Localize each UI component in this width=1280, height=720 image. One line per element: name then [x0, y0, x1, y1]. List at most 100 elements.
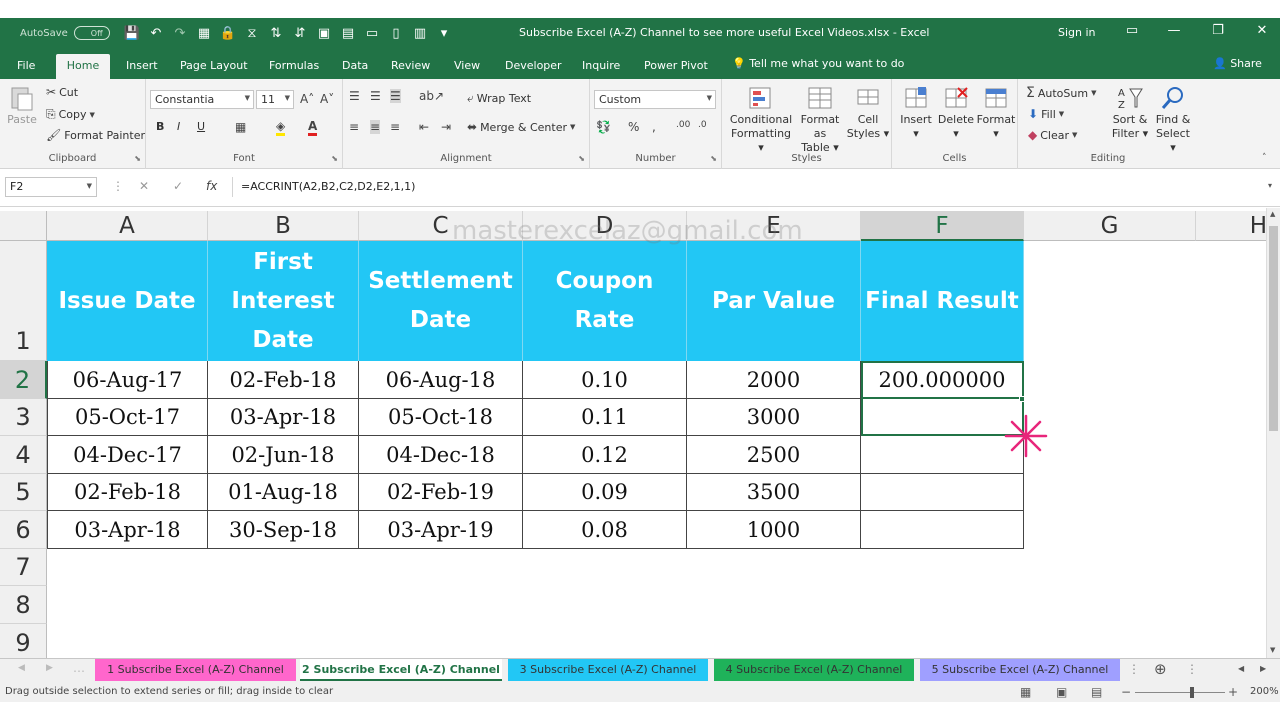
borders-button[interactable]: ▦ [235, 120, 246, 134]
zoom-in-icon[interactable]: + [1228, 685, 1238, 699]
comma-button[interactable]: , [652, 120, 656, 134]
new-file-icon[interactable]: ▯ [384, 21, 408, 45]
collapse-ribbon-icon[interactable]: ˄ [1262, 153, 1267, 163]
column-header-a[interactable]: A [47, 211, 208, 241]
tab-formulas[interactable]: Formulas [269, 54, 319, 79]
cell-c4[interactable]: 04-Dec-18 [359, 436, 523, 474]
format-painter-button[interactable]: 🖌 Format Painter [46, 128, 145, 142]
cell-d4[interactable]: 0.12 [523, 436, 687, 474]
cell-b5[interactable]: 01-Aug-18 [208, 474, 359, 511]
sort-desc-icon[interactable]: ⇵ [288, 21, 312, 45]
font-color-button[interactable]: A [308, 119, 318, 136]
number-format-select[interactable]: Custom ▼ [594, 90, 716, 109]
cell-d5[interactable]: 0.09 [523, 474, 687, 511]
increase-decimal-button[interactable]: .00 [676, 120, 690, 130]
formula-input[interactable]: =ACCRINT(A2,B2,C2,D2,E2,1,1) [232, 177, 1272, 197]
cut-button[interactable]: ✂ Cut [46, 85, 78, 99]
chevron-down-icon[interactable]: ▼ [90, 111, 95, 119]
zoom-slider-knob[interactable] [1190, 687, 1194, 698]
align-center-button[interactable]: ≡ [370, 120, 381, 134]
grow-font-button[interactable]: A˄ [300, 92, 314, 106]
wrap-text-button[interactable]: ⤶ Wrap Text [467, 91, 531, 106]
shrink-font-button[interactable]: A˅ [320, 92, 334, 106]
header-cell-par-value[interactable]: Par Value [687, 241, 861, 361]
font-size-select[interactable]: 11 ▼ [256, 90, 294, 109]
copy-button[interactable]: ⎘ Copy ▼ [46, 107, 95, 122]
column-header-g[interactable]: G [1024, 211, 1196, 241]
sort-asc-icon[interactable]: ⇅ [264, 21, 288, 45]
tab-page-layout[interactable]: Page Layout [180, 54, 248, 79]
hscroll-left-icon[interactable]: ◀ [1238, 664, 1244, 673]
expand-formula-bar-icon[interactable]: ▾ [1268, 181, 1272, 190]
cell-e4[interactable]: 2500 [687, 436, 861, 474]
align-middle-button[interactable]: ☰ [370, 89, 381, 103]
increase-indent-button[interactable]: ⇥ [441, 120, 451, 134]
insert-cells-button[interactable]: Insert ▾ [896, 85, 936, 141]
cancel-icon[interactable]: ✕ [139, 179, 149, 193]
font-name-select[interactable]: Constantia ▼ [150, 90, 254, 109]
sheet-tab-3[interactable]: 3 Subscribe Excel (A-Z) Channel [508, 659, 708, 681]
decrease-indent-button[interactable]: ⇤ [419, 120, 429, 134]
zoom-level[interactable]: 200% [1250, 686, 1279, 697]
merge-center-button[interactable]: ⬌ Merge & Center ▼ [467, 120, 575, 134]
sign-in-link[interactable]: Sign in [1058, 26, 1096, 39]
select-all-corner[interactable] [0, 211, 47, 241]
column-header-h[interactable]: H [1196, 211, 1266, 241]
fill-button[interactable]: ⬇ Fill ▼ [1028, 107, 1064, 121]
cell-c2[interactable]: 06-Aug-18 [359, 361, 523, 399]
cell-a5[interactable]: 02-Feb-18 [47, 474, 208, 511]
scroll-up-icon[interactable]: ▲ [1270, 210, 1275, 218]
row-header-4[interactable]: 4 [0, 436, 47, 474]
cell-f5[interactable] [861, 474, 1024, 511]
row-header-1[interactable]: 1 [0, 241, 47, 361]
new-sheet-icon[interactable]: ⊕ [1154, 660, 1167, 678]
cell-c5[interactable]: 02-Feb-19 [359, 474, 523, 511]
sheet-tab-1[interactable]: 1 Subscribe Excel (A-Z) Channel [95, 659, 296, 681]
row-header-3[interactable]: 3 [0, 399, 47, 436]
name-box[interactable]: F2 ▼ [5, 177, 97, 197]
header-cell-settlement-date[interactable]: Settlement Date [359, 241, 523, 361]
undo-icon[interactable]: ↶ [144, 21, 168, 45]
scroll-thumb[interactable] [1269, 226, 1278, 431]
ribbon-display-icon[interactable]: ▭ [1122, 23, 1142, 43]
sheet-tab-5[interactable]: 5 Subscribe Excel (A-Z) Channel [920, 659, 1120, 681]
align-left-button[interactable]: ≡ [349, 120, 359, 134]
conditional-formatting-button[interactable]: Conditional Formatting ▾ [728, 85, 794, 155]
cell-b6[interactable]: 30-Sep-18 [208, 511, 359, 549]
cell-b2[interactable]: 02-Feb-18 [208, 361, 359, 399]
cell-c3[interactable]: 05-Oct-18 [359, 399, 523, 436]
zoom-slider[interactable] [1135, 687, 1225, 698]
cell-a3[interactable]: 05-Oct-17 [47, 399, 208, 436]
dialog-launcher-icon[interactable]: ⬊ [331, 154, 338, 163]
lock-icon[interactable]: 🔒 [216, 21, 240, 45]
header-cell-coupon-rate[interactable]: Coupon Rate [523, 241, 687, 361]
find-select-button[interactable]: Find & Select ▾ [1152, 85, 1194, 155]
autosum-button[interactable]: Σ AutoSum ▼ [1026, 85, 1096, 101]
fill-color-button[interactable]: ◈ [276, 119, 286, 136]
row-header-8[interactable]: 8 [0, 586, 47, 624]
cell-f6[interactable] [861, 511, 1024, 549]
cell-a2[interactable]: 06-Aug-17 [47, 361, 208, 399]
insert-function-icon[interactable]: fx [206, 179, 217, 193]
cell-e3[interactable]: 3000 [687, 399, 861, 436]
row-header-6[interactable]: 6 [0, 511, 47, 549]
cell-b3[interactable]: 03-Apr-18 [208, 399, 359, 436]
cell-c6[interactable]: 03-Apr-19 [359, 511, 523, 549]
format-cells-button[interactable]: Format ▾ [976, 85, 1016, 141]
autosave-toggle[interactable]: AutoSave Off [20, 26, 110, 40]
print-preview-icon[interactable]: ▥ [408, 21, 432, 45]
cell-b4[interactable]: 02-Jun-18 [208, 436, 359, 474]
restore-icon[interactable]: ❐ [1208, 23, 1228, 43]
normal-view-icon[interactable]: ▦ [1020, 685, 1031, 699]
percent-button[interactable]: % [628, 120, 639, 134]
cell-a4[interactable]: 04-Dec-17 [47, 436, 208, 474]
sort-filter-button[interactable]: AZ Sort & Filter ▾ [1110, 85, 1150, 141]
paste-button[interactable]: Paste [6, 85, 38, 127]
tab-power-pivot[interactable]: Power Pivot [644, 54, 708, 79]
tab-insert[interactable]: Insert [126, 54, 158, 79]
format-as-table-button[interactable]: Format as Table ▾ [794, 85, 846, 155]
dialog-launcher-icon[interactable]: ⬊ [134, 154, 141, 163]
enter-icon[interactable]: ✓ [173, 179, 183, 193]
accounting-format-button[interactable]: 💱 [596, 120, 611, 134]
scroll-down-icon[interactable]: ▼ [1270, 646, 1275, 654]
